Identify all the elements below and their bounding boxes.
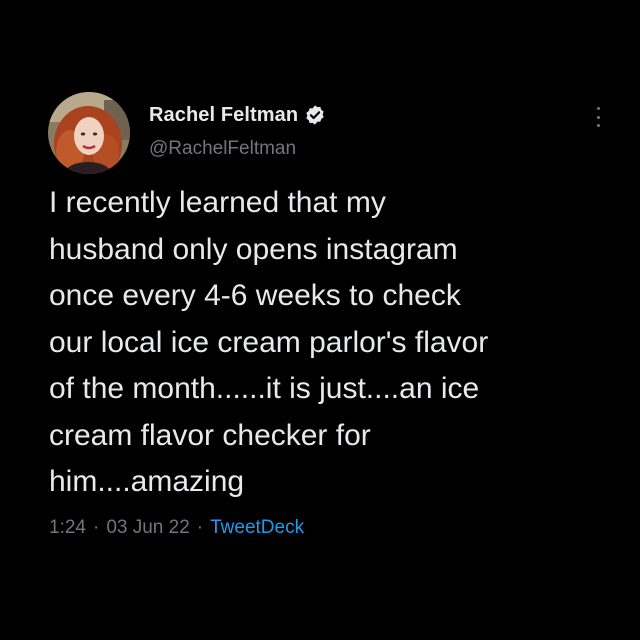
tweet-date[interactable]: 03 Jun 22 [106,517,189,539]
author-name-row[interactable]: Rachel Feltman [149,101,326,129]
meta-separator: · [92,517,100,538]
meta-separator: · [196,517,204,538]
tweet-meta: 1:24 · 03 Jun 22 · TweetDeck [49,514,304,542]
tweet-card: Rachel Feltman @RachelFeltman I recently… [0,0,640,640]
avatar[interactable] [48,92,130,174]
more-vertical-icon[interactable] [588,104,608,130]
more-dot [596,107,600,110]
tweet-text-line: husband only opens instagram [49,232,458,266]
tweet-source-link[interactable]: TweetDeck [210,517,304,539]
tweet-text-line: him....amazing [49,465,245,498]
tweet-text-line: I recently learned that my [49,186,386,219]
tweet-text-line: cream flavor checker for [49,418,371,452]
avatar-image [48,92,130,174]
tweet-time[interactable]: 1:24 [49,517,86,539]
tweet-text-line: once every 4-6 weeks to check [49,279,461,312]
more-dot [596,124,600,127]
tweet-text: I recently learned that my husband only … [49,180,629,506]
tweet-text-line: of the month......it is just....an ice [49,372,480,405]
author-display-name[interactable]: Rachel Feltman [149,104,298,127]
author-handle[interactable]: @RachelFeltman [149,138,296,160]
tweet-text-line: our local ice cream parlor's flavor [49,325,489,359]
verified-badge-icon [306,105,324,125]
more-dot [596,115,600,119]
